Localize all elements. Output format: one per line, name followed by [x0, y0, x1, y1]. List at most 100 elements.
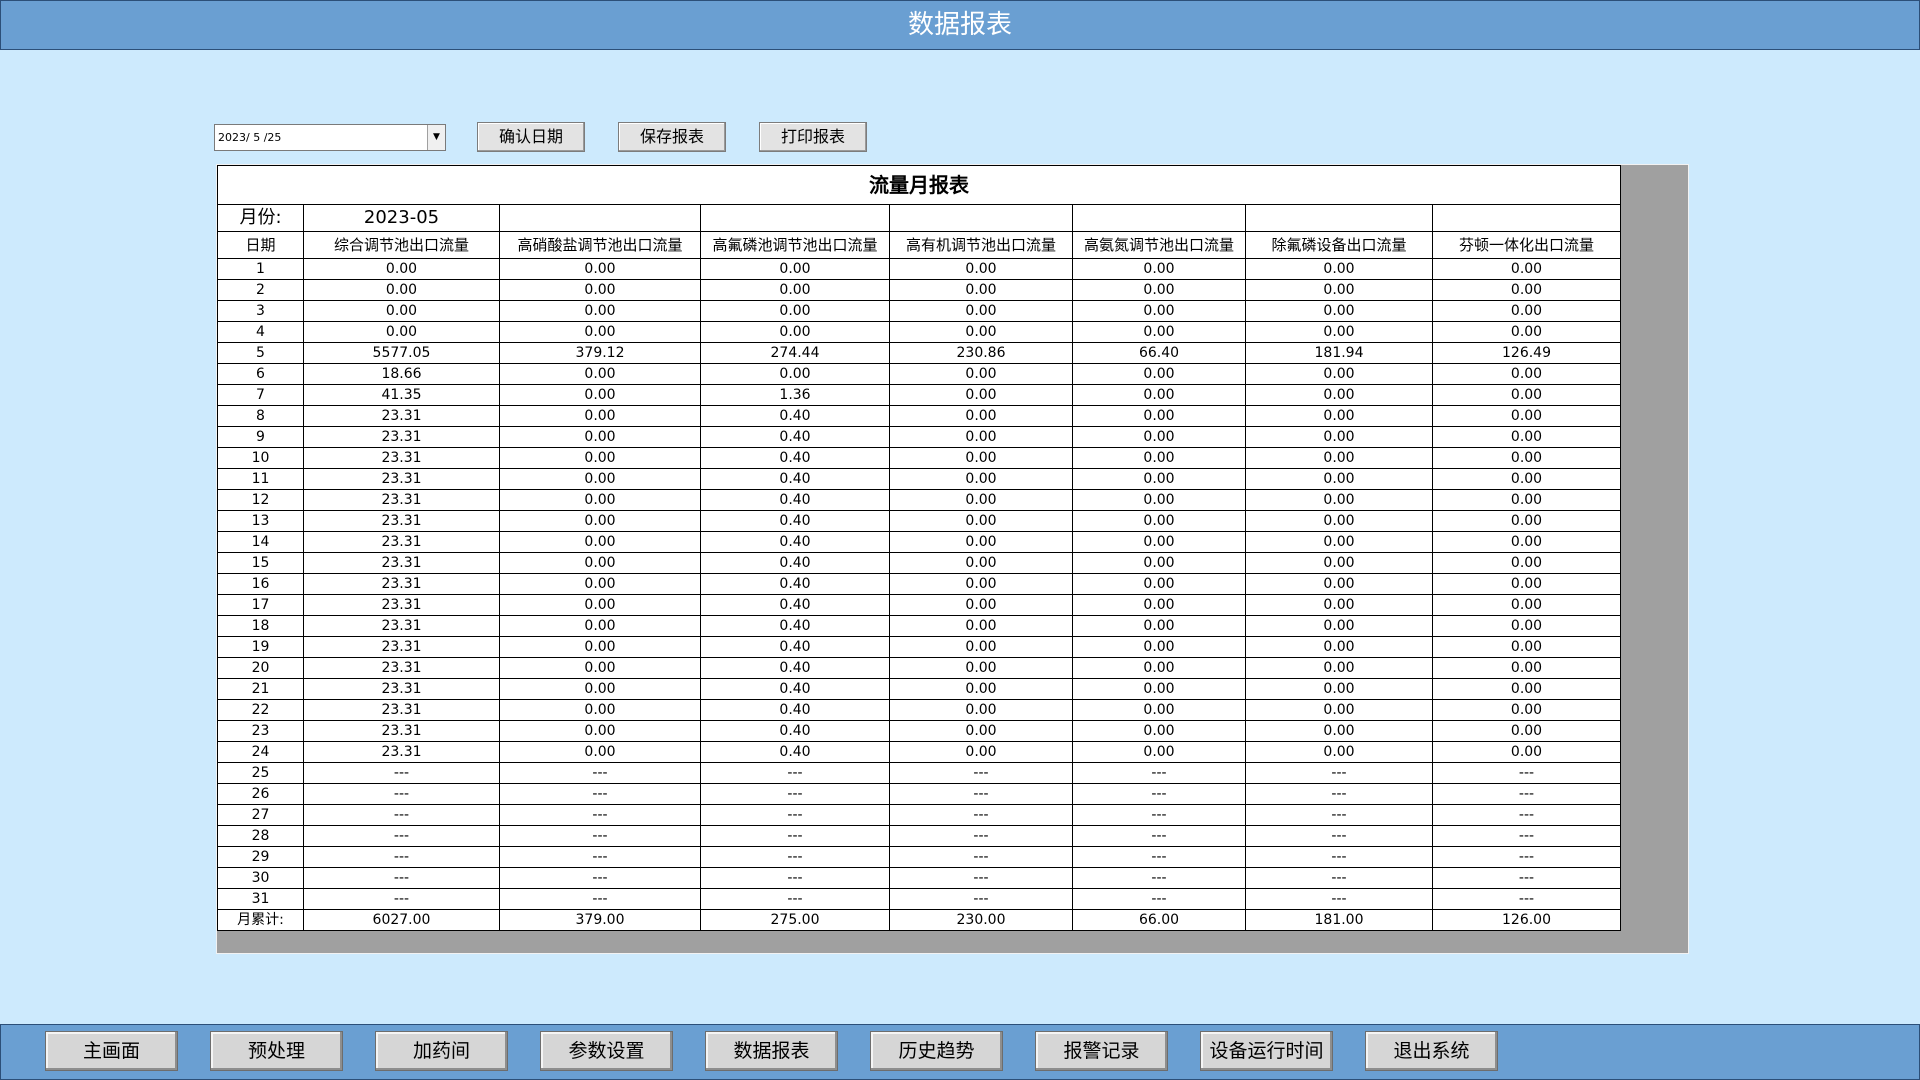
table-cell: ---: [499, 804, 701, 826]
table-cell: 0.00: [1245, 552, 1433, 574]
table-cell: ---: [303, 804, 500, 826]
table-cell: 230.86: [889, 342, 1073, 364]
total-row: 月累计: 6027.00 379.00 275.00 230.00 66.00 181.00…: [217, 909, 1621, 931]
table-cell: 0.40: [700, 573, 890, 595]
month-label: 月份:: [217, 204, 304, 232]
table-cell: 0.00: [1245, 531, 1433, 553]
table-cell: 0.00: [889, 678, 1073, 700]
nav-button-2[interactable]: 加药间: [375, 1031, 508, 1071]
chevron-down-icon[interactable]: ▼: [427, 125, 445, 150]
table-cell: 0.00: [889, 300, 1073, 322]
nav-button-6[interactable]: 报警记录: [1035, 1031, 1168, 1071]
table-cell: 0.00: [1432, 321, 1621, 343]
table-cell: ---: [1245, 804, 1433, 826]
table-cell: 0.00: [499, 447, 701, 469]
table-cell: 0.00: [1072, 510, 1246, 532]
date-picker[interactable]: 2023/ 5 /25 ▼: [214, 124, 446, 151]
table-cell: ---: [1072, 804, 1246, 826]
table-cell: 0.00: [889, 405, 1073, 427]
table-cell: 0.00: [1245, 363, 1433, 385]
table-row: 22 23.31 0.00 0.40 0.00 0.00 0.00 0.00: [217, 699, 1621, 721]
table-cell: 0.00: [700, 258, 890, 280]
table-cell: 0.40: [700, 426, 890, 448]
table-cell: 23.31: [303, 741, 500, 763]
table-cell: ---: [1245, 825, 1433, 847]
month-value: 2023-05: [303, 204, 500, 232]
nav-button-4[interactable]: 数据报表: [705, 1031, 838, 1071]
bottom-nav-bar: 主画面 预处理 加药间 参数设置 数据报表 历史趋势 报警记录 设备运行时间 退出系统: [0, 1024, 1920, 1080]
confirm-date-button[interactable]: 确认日期: [477, 122, 585, 152]
table-row: 16 23.31 0.00 0.40 0.00 0.00 0.00 0.00: [217, 573, 1621, 595]
table-cell: 0.00: [889, 363, 1073, 385]
table-row: 14 23.31 0.00 0.40 0.00 0.00 0.00 0.00: [217, 531, 1621, 553]
table-cell: 23.31: [303, 531, 500, 553]
table-cell: 0.00: [889, 720, 1073, 742]
table-cell: 0.00: [1072, 573, 1246, 595]
table-cell: 0.00: [499, 615, 701, 637]
table-cell: 18: [217, 615, 304, 637]
table-cell: 19: [217, 636, 304, 658]
table-cell: 0.00: [700, 363, 890, 385]
table-cell: 0.40: [700, 720, 890, 742]
print-report-button[interactable]: 打印报表: [759, 122, 867, 152]
table-cell: 0.00: [1072, 720, 1246, 742]
table-cell: 0.00: [1072, 615, 1246, 637]
table-cell: 4: [217, 321, 304, 343]
table-cell: 0.00: [1072, 426, 1246, 448]
table-cell: 0.00: [1245, 678, 1433, 700]
table-row: 31 --- --- --- --- --- --- ---: [217, 888, 1621, 910]
table-cell: 3: [217, 300, 304, 322]
table-cell: 0.00: [1432, 258, 1621, 280]
table-cell: 13: [217, 510, 304, 532]
nav-button-7[interactable]: 设备运行时间: [1200, 1031, 1333, 1071]
column-header: 高硝酸盐调节池出口流量: [499, 231, 701, 259]
table-cell: 0.00: [1245, 384, 1433, 406]
table-cell: ---: [700, 846, 890, 868]
table-row: 5 5577.05 379.12 274.44 230.86 66.40 181.94 126…: [217, 342, 1621, 364]
save-report-button[interactable]: 保存报表: [618, 122, 726, 152]
table-cell: 0.00: [1245, 300, 1433, 322]
table-cell: 0.40: [700, 468, 890, 490]
table-cell: 0.00: [1072, 741, 1246, 763]
table-cell: 8: [217, 405, 304, 427]
table-cell: 0.00: [1245, 447, 1433, 469]
table-row: 3 0.00 0.00 0.00 0.00 0.00 0.00 0.00: [217, 300, 1621, 322]
table-cell: 0.00: [889, 279, 1073, 301]
table-cell: 0.00: [1432, 300, 1621, 322]
table-row: 15 23.31 0.00 0.40 0.00 0.00 0.00 0.00: [217, 552, 1621, 574]
column-header: 高氟磷池调节池出口流量: [700, 231, 890, 259]
table-cell: 5577.05: [303, 342, 500, 364]
table-cell: 41.35: [303, 384, 500, 406]
table-cell: 0.00: [1432, 615, 1621, 637]
nav-button-0[interactable]: 主画面: [45, 1031, 178, 1071]
table-cell: 11: [217, 468, 304, 490]
table-cell: ---: [499, 846, 701, 868]
report-title: 流量月报表: [217, 165, 1621, 205]
table-cell: ---: [303, 762, 500, 784]
table-cell: ---: [1432, 762, 1621, 784]
table-cell: 23.31: [303, 594, 500, 616]
column-header: 日期: [217, 231, 304, 259]
nav-button-3[interactable]: 参数设置: [540, 1031, 673, 1071]
total-cell: 181.00: [1245, 909, 1433, 931]
table-cell: 0.00: [889, 510, 1073, 532]
table-cell: ---: [1072, 762, 1246, 784]
table-cell: 0.00: [1072, 300, 1246, 322]
nav-button-8[interactable]: 退出系统: [1365, 1031, 1498, 1071]
table-cell: 0.00: [700, 279, 890, 301]
table-cell: 0.00: [1245, 594, 1433, 616]
table-cell: 181.94: [1245, 342, 1433, 364]
table-cell: ---: [303, 867, 500, 889]
table-cell: ---: [1245, 867, 1433, 889]
table-cell: ---: [1432, 783, 1621, 805]
table-cell: ---: [1072, 846, 1246, 868]
table-cell: 23.31: [303, 720, 500, 742]
nav-button-1[interactable]: 预处理: [210, 1031, 343, 1071]
table-cell: 0.00: [1432, 384, 1621, 406]
table-cell: ---: [889, 888, 1073, 910]
table-cell: 0.00: [889, 594, 1073, 616]
table-cell: 0.40: [700, 531, 890, 553]
nav-button-5[interactable]: 历史趋势: [870, 1031, 1003, 1071]
window-title: 数据报表: [0, 0, 1920, 50]
table-cell: 0.00: [1072, 552, 1246, 574]
